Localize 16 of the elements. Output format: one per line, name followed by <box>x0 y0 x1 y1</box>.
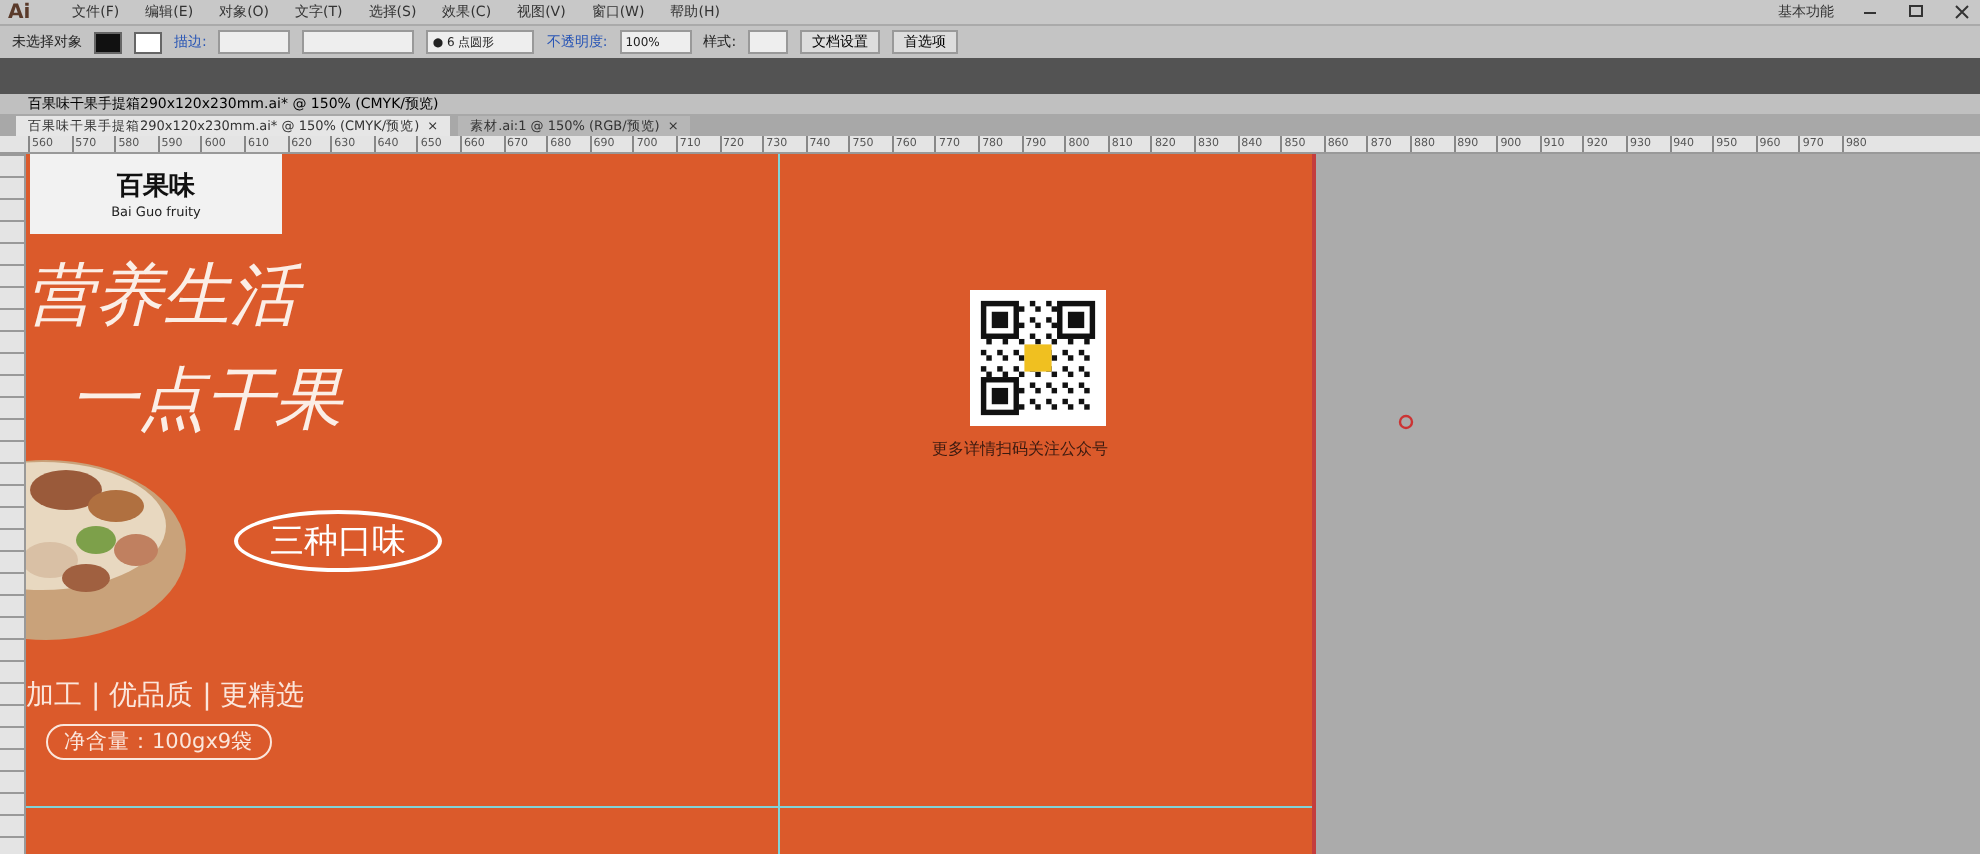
cursor-icon <box>1398 414 1414 430</box>
stroke-swatch[interactable] <box>134 31 162 53</box>
flavor-label: 三种口味 <box>234 510 442 572</box>
qr-code-icon <box>970 290 1106 426</box>
qr-caption: 更多详情扫码关注公众号 <box>932 438 1108 460</box>
close-icon[interactable] <box>1952 4 1972 20</box>
app-logo: Ai <box>8 1 31 23</box>
brand-name: 百果味 <box>117 170 195 204</box>
variable-width-field[interactable] <box>302 30 415 54</box>
stroke-weight-field[interactable] <box>218 30 291 54</box>
features-text: 加工 | 优品质 | 更精选 <box>26 678 305 714</box>
net-weight-badge: 净含量：100gx9袋 <box>46 724 272 760</box>
style-field[interactable] <box>748 30 789 54</box>
headline: 一点干果 <box>70 358 342 444</box>
fill-swatch[interactable] <box>94 31 122 53</box>
restore-icon[interactable] <box>1906 4 1926 20</box>
